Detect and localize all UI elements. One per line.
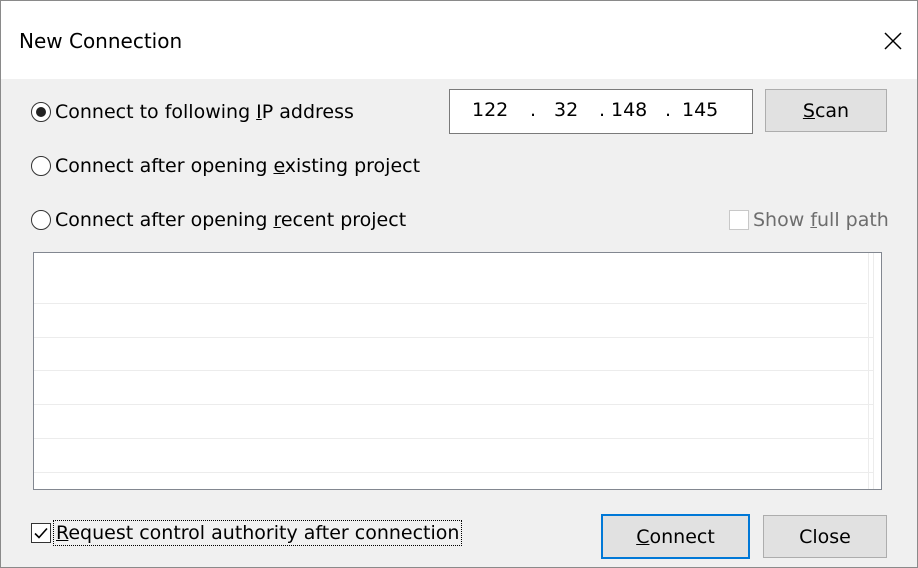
recent-project-list[interactable] bbox=[33, 252, 882, 490]
checkmark-icon bbox=[34, 527, 48, 539]
list-row-divider bbox=[34, 404, 873, 405]
list-row-divider bbox=[34, 438, 873, 439]
radio-connect-existing[interactable]: Connect after opening existing project bbox=[31, 155, 420, 177]
dialog-title: New Connection bbox=[19, 29, 183, 53]
label-part: ull path bbox=[817, 209, 889, 231]
scan-button[interactable]: Scan bbox=[765, 89, 887, 132]
label-part: xisting project bbox=[284, 155, 421, 177]
list-row-divider bbox=[34, 370, 873, 371]
radio-selected-dot bbox=[36, 107, 46, 117]
radio-connect-recent-label: Connect after opening recent project bbox=[55, 209, 406, 231]
column-divider bbox=[873, 253, 874, 489]
label-part: Show bbox=[753, 209, 811, 231]
ip-address-input[interactable]: 122 . 32 . 148 . 145 bbox=[449, 89, 753, 134]
access-key: e bbox=[273, 155, 285, 177]
request-control-box[interactable] bbox=[31, 523, 51, 543]
show-full-path-checkbox[interactable]: Show full path bbox=[729, 209, 889, 231]
label-part: Connect after opening bbox=[55, 155, 274, 177]
button-label: can bbox=[814, 99, 850, 122]
radio-connect-existing-label: Connect after opening existing project bbox=[55, 155, 420, 177]
label-part: Connect after opening bbox=[55, 209, 274, 231]
connect-button[interactable]: Connect bbox=[601, 514, 750, 559]
ip-octet-3[interactable]: 148 bbox=[611, 99, 647, 121]
ip-octet-1[interactable]: 122 bbox=[472, 99, 508, 121]
radio-connect-ip[interactable]: Connect to following IP address bbox=[31, 101, 354, 123]
access-key: f bbox=[810, 209, 818, 231]
button-label: onnect bbox=[649, 525, 715, 548]
label-part: Connect to following bbox=[55, 101, 257, 123]
close-x-glyph bbox=[884, 32, 902, 50]
close-icon[interactable] bbox=[873, 21, 913, 61]
request-control-checkbox[interactable]: Request control authority after connecti… bbox=[31, 520, 463, 546]
access-key: R bbox=[56, 522, 69, 544]
list-row-divider bbox=[34, 337, 873, 338]
show-full-path-box[interactable] bbox=[729, 210, 749, 230]
list-row-divider bbox=[34, 472, 873, 473]
ip-separator-1: . bbox=[530, 99, 537, 121]
access-key: C bbox=[636, 525, 650, 548]
new-connection-dialog: New Connection Connect to following IP a… bbox=[0, 0, 918, 568]
radio-connect-ip-label: Connect to following IP address bbox=[55, 101, 354, 123]
request-control-label: Request control authority after connecti… bbox=[52, 520, 463, 546]
ip-octet-2[interactable]: 32 bbox=[554, 99, 578, 121]
ip-separator-3: . bbox=[665, 99, 672, 121]
label-part: equest control authority after connectio… bbox=[68, 522, 460, 544]
radio-button-recent[interactable] bbox=[31, 210, 51, 230]
show-full-path-label: Show full path bbox=[753, 209, 889, 231]
title-bar: New Connection bbox=[1, 1, 917, 79]
access-key: S bbox=[802, 99, 815, 122]
ip-octet-4[interactable]: 145 bbox=[682, 99, 718, 121]
column-divider bbox=[868, 253, 869, 489]
ip-separator-2: . bbox=[599, 99, 606, 121]
label-part: ecent project bbox=[280, 209, 407, 231]
radio-button-ip[interactable] bbox=[31, 102, 51, 122]
access-key: r bbox=[273, 209, 281, 231]
radio-connect-recent[interactable]: Connect after opening recent project bbox=[31, 209, 406, 231]
label-part: P address bbox=[261, 101, 354, 123]
list-row-divider bbox=[34, 303, 867, 304]
close-button[interactable]: Close bbox=[763, 515, 887, 558]
radio-button-existing[interactable] bbox=[31, 156, 51, 176]
